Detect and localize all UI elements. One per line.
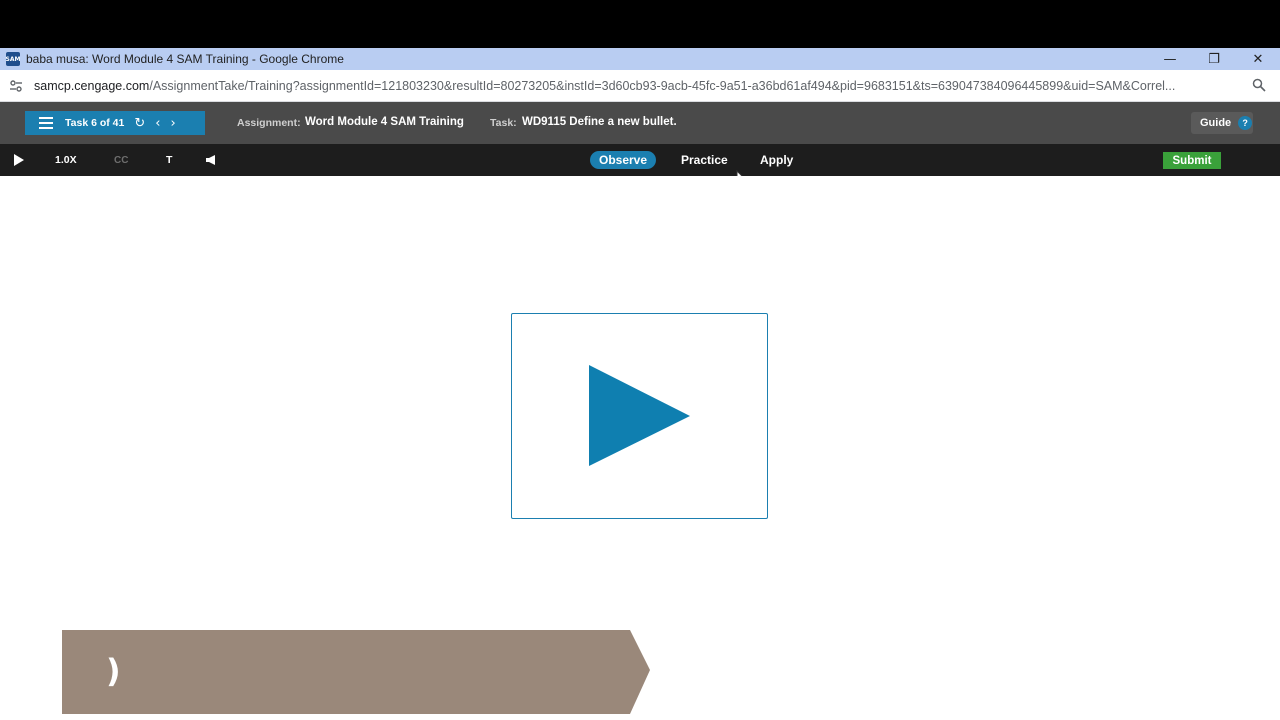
tab-practice[interactable]: Practice [681,144,728,176]
close-button[interactable]: ✕ [1236,48,1280,70]
text-toggle[interactable]: T [166,144,172,176]
player-bar: 1.0X CC T Observe Practice Apply Submit [0,144,1280,176]
menu-icon[interactable] [39,117,53,129]
zoom-icon[interactable] [1252,78,1266,97]
site-settings-icon[interactable] [8,78,24,94]
speed-control[interactable]: 1.0X [55,144,77,176]
url-host: samcp.cengage.com [34,78,150,93]
play-icon[interactable] [14,144,24,176]
task-counter: Task 6 of 41 [65,117,125,129]
sam-header-bar: Task 6 of 41 ↻ ‹ › Assignment: Word Modu… [0,102,1280,144]
sam-app-icon: SAM [6,52,20,66]
caption-banner-text: ) [106,652,121,690]
volume-icon[interactable] [206,144,216,176]
minimize-button[interactable]: — [1148,48,1192,70]
address-bar[interactable]: samcp.cengage.com/AssignmentTake/Trainin… [0,70,1280,102]
window-title: baba musa: Word Module 4 SAM Training - … [26,52,344,66]
assignment-name: Word Module 4 SAM Training [305,116,464,128]
tab-observe-label: Observe [590,151,657,169]
url-path: /AssignmentTake/Training?assignmentId=12… [149,78,1176,93]
caption-banner [62,630,650,714]
previous-task-icon[interactable]: ‹ [155,116,160,131]
screen-top-black-area [0,0,1280,48]
restore-button[interactable]: ❐ [1192,48,1236,70]
url-text[interactable]: samcp.cengage.com/AssignmentTake/Trainin… [34,79,1234,93]
next-task-icon[interactable]: › [170,116,175,131]
content-area: ) [0,176,1280,720]
video-player-card[interactable] [511,313,768,519]
captions-toggle[interactable]: CC [114,144,128,176]
tab-observe[interactable]: Observe [590,144,657,176]
task-navigator: Task 6 of 41 ↻ ‹ › [25,111,205,135]
task-name: WD9115 Define a new bullet. [522,116,677,128]
guide-button[interactable]: Guide ? [1191,112,1253,134]
task-label: Task: [490,117,517,129]
tab-apply[interactable]: Apply [760,144,793,176]
big-play-icon[interactable] [589,365,691,467]
window-title-bar: SAM baba musa: Word Module 4 SAM Trainin… [0,48,1280,70]
assignment-label: Assignment: [237,117,301,129]
submit-button[interactable]: Submit [1163,152,1221,169]
window-controls: — ❐ ✕ [1148,48,1280,70]
help-icon: ? [1238,116,1253,130]
guide-label: Guide [1200,117,1232,129]
refresh-icon[interactable]: ↻ [134,116,145,131]
